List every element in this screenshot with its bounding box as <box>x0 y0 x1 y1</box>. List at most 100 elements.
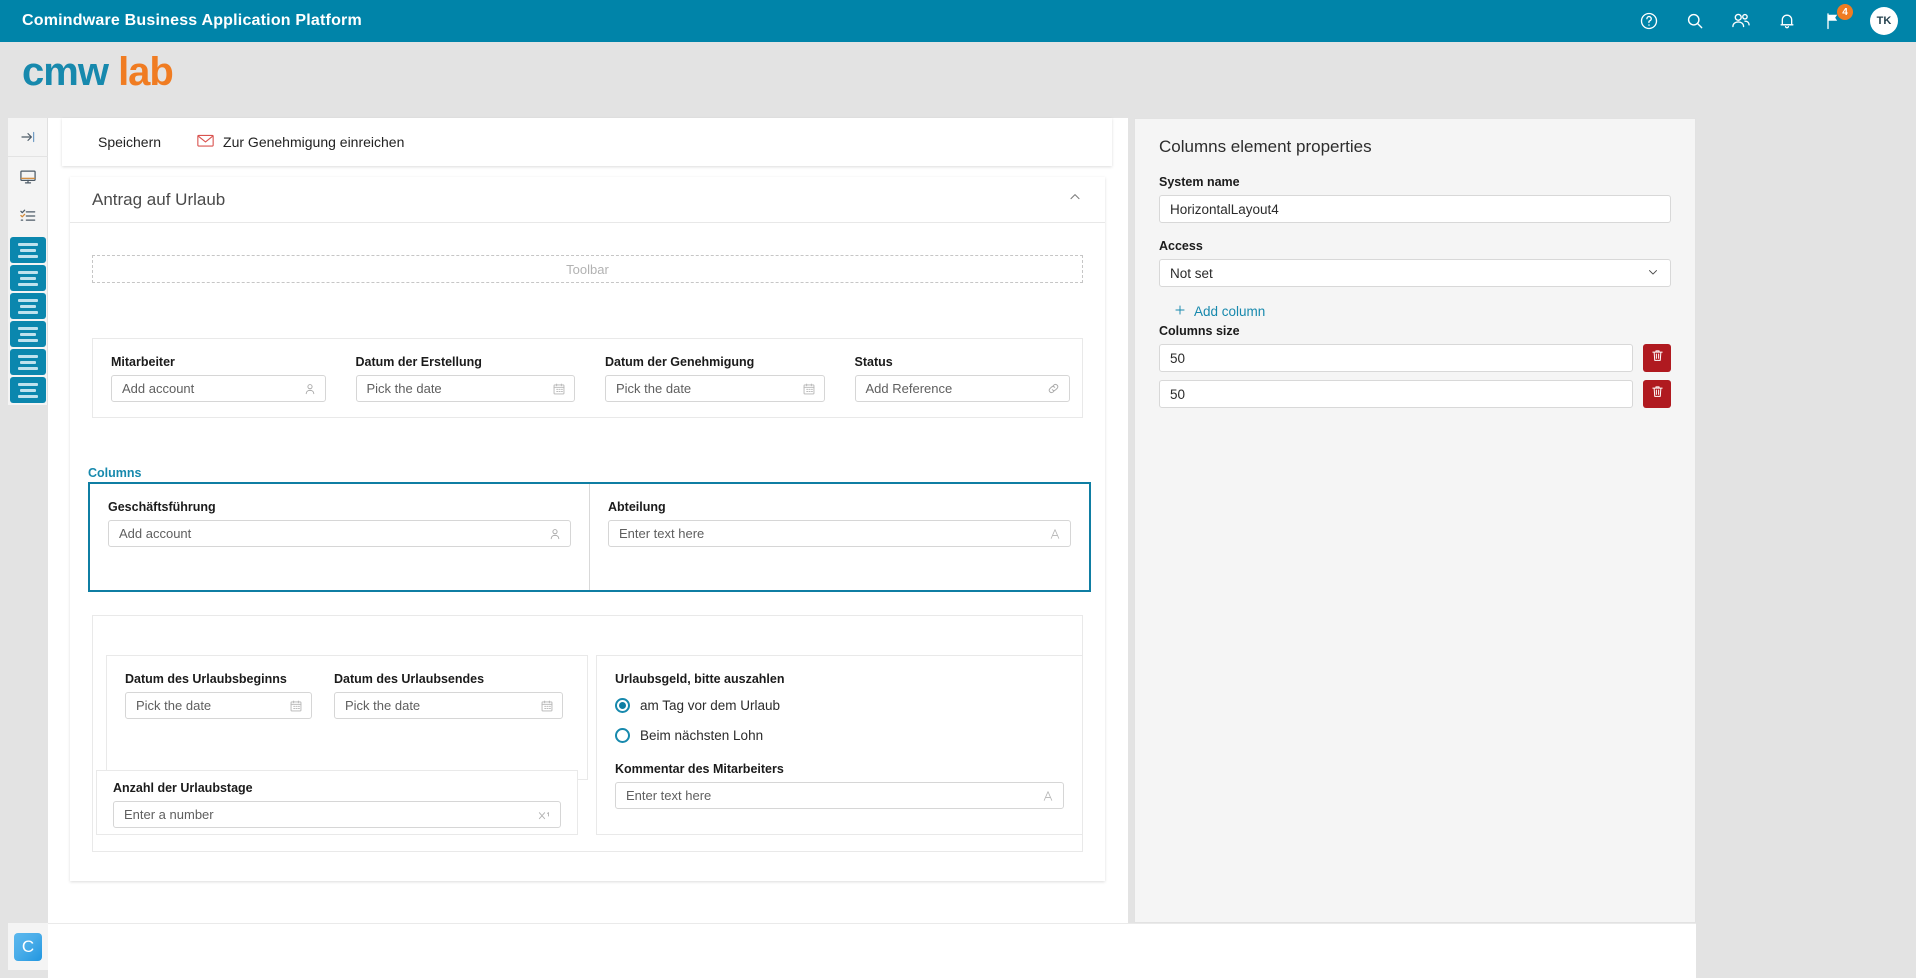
calendar-icon <box>802 382 816 396</box>
columns-container-selected[interactable]: Geschäftsführung Add account Abteilung E… <box>88 482 1091 592</box>
collapse-panel-icon[interactable] <box>8 118 48 157</box>
placeholder: Add account <box>122 381 195 396</box>
save-button-label: Speichern <box>98 134 162 150</box>
field-mitarbeiter: Mitarbeiter Add account <box>93 355 338 402</box>
chevron-up-icon[interactable] <box>1067 189 1083 210</box>
urlaubsende-input[interactable]: Pick the date <box>334 692 563 719</box>
rail-block-2[interactable] <box>10 265 46 291</box>
field-label: Anzahl der Urlaubstage <box>113 781 253 795</box>
access-select-value: Not set <box>1170 265 1213 281</box>
field-kommentar: Kommentar des Mitarbeiters Enter text he… <box>615 762 1064 809</box>
text-icon <box>1041 789 1055 803</box>
field-anzahl-urlaubstage: Anzahl der Urlaubstage Enter a number <box>113 781 561 828</box>
geschaeftsfuehrung-input[interactable]: Add account <box>108 520 571 547</box>
column-size-row-2: 50 <box>1159 380 1671 408</box>
rail-block-5[interactable] <box>10 349 46 375</box>
status-input[interactable]: Add Reference <box>854 375 1070 402</box>
placeholder: Add Reference <box>865 381 953 396</box>
add-column-label: Add column <box>1194 304 1266 319</box>
system-name-input[interactable]: HorizontalLayout4 <box>1159 195 1671 223</box>
plus-icon <box>1173 303 1187 320</box>
field-label: Datum des Urlaubsendes <box>334 672 485 686</box>
delete-column-button-1[interactable] <box>1643 344 1671 372</box>
top-bar: Comindware Business Application Platform <box>0 0 1916 42</box>
radio-unselected-icon[interactable] <box>615 727 630 743</box>
help-icon[interactable] <box>1636 8 1662 34</box>
urlaubsbeginn-input[interactable]: Pick the date <box>125 692 312 719</box>
submit-button-label: Zur Genehmigung einreichen <box>223 134 405 150</box>
form-header: Antrag auf Urlaub <box>70 177 1105 223</box>
left-rail <box>8 118 48 405</box>
columns-section-label: Columns <box>88 466 142 480</box>
top-bar-icons: 4 TK <box>1636 4 1898 35</box>
properties-panel: Columns element properties System name H… <box>1134 118 1696 923</box>
radio-group-label: Urlaubsgeld, bitte auszahlen <box>615 672 785 686</box>
right-gutter <box>1696 118 1916 978</box>
add-column-button[interactable]: Add column <box>1173 303 1671 320</box>
radio-selected-icon[interactable] <box>615 697 630 713</box>
brand-logo: cmw lab <box>22 50 174 94</box>
submit-for-approval-button[interactable]: Zur Genehmigung einreichen <box>197 134 404 150</box>
properties-panel-title: Columns element properties <box>1159 137 1372 156</box>
field-label: Datum der Genehmigung <box>605 355 755 369</box>
text-icon <box>1048 527 1062 541</box>
chevron-down-icon <box>1646 265 1660 282</box>
page-title: Antrag auf Urlaub <box>92 189 226 209</box>
delete-column-button-2[interactable] <box>1643 380 1671 408</box>
vacation-days-group: Anzahl der Urlaubstage Enter a number <box>96 770 578 835</box>
radio-option-2[interactable]: Beim nächsten Lohn <box>615 722 1064 748</box>
placeholder: Pick the date <box>345 698 421 713</box>
trash-icon <box>1650 348 1665 368</box>
toolbar-placeholder[interactable]: Toolbar <box>92 255 1083 283</box>
form-section-header-fields: Mitarbeiter Add account Datum der Erstel… <box>92 338 1083 418</box>
flag-icon[interactable]: 4 <box>1820 4 1853 34</box>
kommentar-input[interactable]: Enter text here <box>615 782 1064 809</box>
column-size-input-1[interactable]: 50 <box>1159 344 1633 372</box>
canvas-bottom-strip <box>48 923 1696 978</box>
rail-block-4[interactable] <box>10 321 46 347</box>
link-icon <box>1046 381 1061 396</box>
app-title: Comindware Business Application Platform <box>22 12 362 29</box>
avatar[interactable]: TK <box>1870 7 1898 35</box>
monitor-icon[interactable] <box>8 157 48 196</box>
abteilung-input[interactable]: Enter text here <box>608 520 1071 547</box>
field-label: Status <box>854 355 893 369</box>
logo-text-lab: lab <box>118 50 174 94</box>
field-label: Mitarbeiter <box>111 355 175 369</box>
people-icon[interactable] <box>1728 8 1754 34</box>
anzahl-urlaubstage-input[interactable]: Enter a number <box>113 801 561 828</box>
left-rail-footer: C <box>8 923 48 970</box>
calendar-icon <box>289 699 303 713</box>
save-button[interactable]: Speichern <box>98 134 161 150</box>
column-2: Abteilung Enter text here <box>590 484 1089 590</box>
field-label: Datum der Erstellung <box>355 355 482 369</box>
comindware-tile-icon[interactable]: C <box>14 932 42 961</box>
access-select[interactable]: Not set <box>1159 259 1671 287</box>
field-label: Datum des Urlaubsbeginns <box>125 672 287 686</box>
search-icon[interactable] <box>1682 8 1708 34</box>
datum-der-erstellung-input[interactable]: Pick the date <box>355 375 575 402</box>
number-icon <box>536 808 552 822</box>
mitarbeiter-input[interactable]: Add account <box>111 375 326 402</box>
bell-icon[interactable] <box>1774 8 1800 34</box>
vacation-dates-group: Datum des Urlaubsbeginns Pick the date D… <box>106 655 588 780</box>
checklist-icon[interactable] <box>8 196 48 235</box>
radio-option-1[interactable]: am Tag vor dem Urlaub <box>615 692 1064 718</box>
placeholder: Enter a number <box>124 807 214 822</box>
radio-option-label: am Tag vor dem Urlaub <box>640 697 781 713</box>
field-label: Geschäftsführung <box>108 500 216 514</box>
rail-block-1[interactable] <box>10 237 46 263</box>
placeholder: Pick the date <box>136 698 212 713</box>
radio-option-label: Beim nächsten Lohn <box>640 727 764 743</box>
rail-block-3[interactable] <box>10 293 46 319</box>
field-label: Abteilung <box>608 500 666 514</box>
column-size-row-1: 50 <box>1159 344 1671 372</box>
rail-block-6[interactable] <box>10 377 46 403</box>
calendar-icon <box>552 382 566 396</box>
field-label: Kommentar des Mitarbeiters <box>615 762 784 776</box>
placeholder: Add account <box>119 526 192 541</box>
datum-der-genehmigung-input[interactable]: Pick the date <box>605 375 825 402</box>
flag-badge-count: 4 <box>1837 4 1853 20</box>
placeholder: Enter text here <box>626 788 712 803</box>
column-size-input-2[interactable]: 50 <box>1159 380 1633 408</box>
